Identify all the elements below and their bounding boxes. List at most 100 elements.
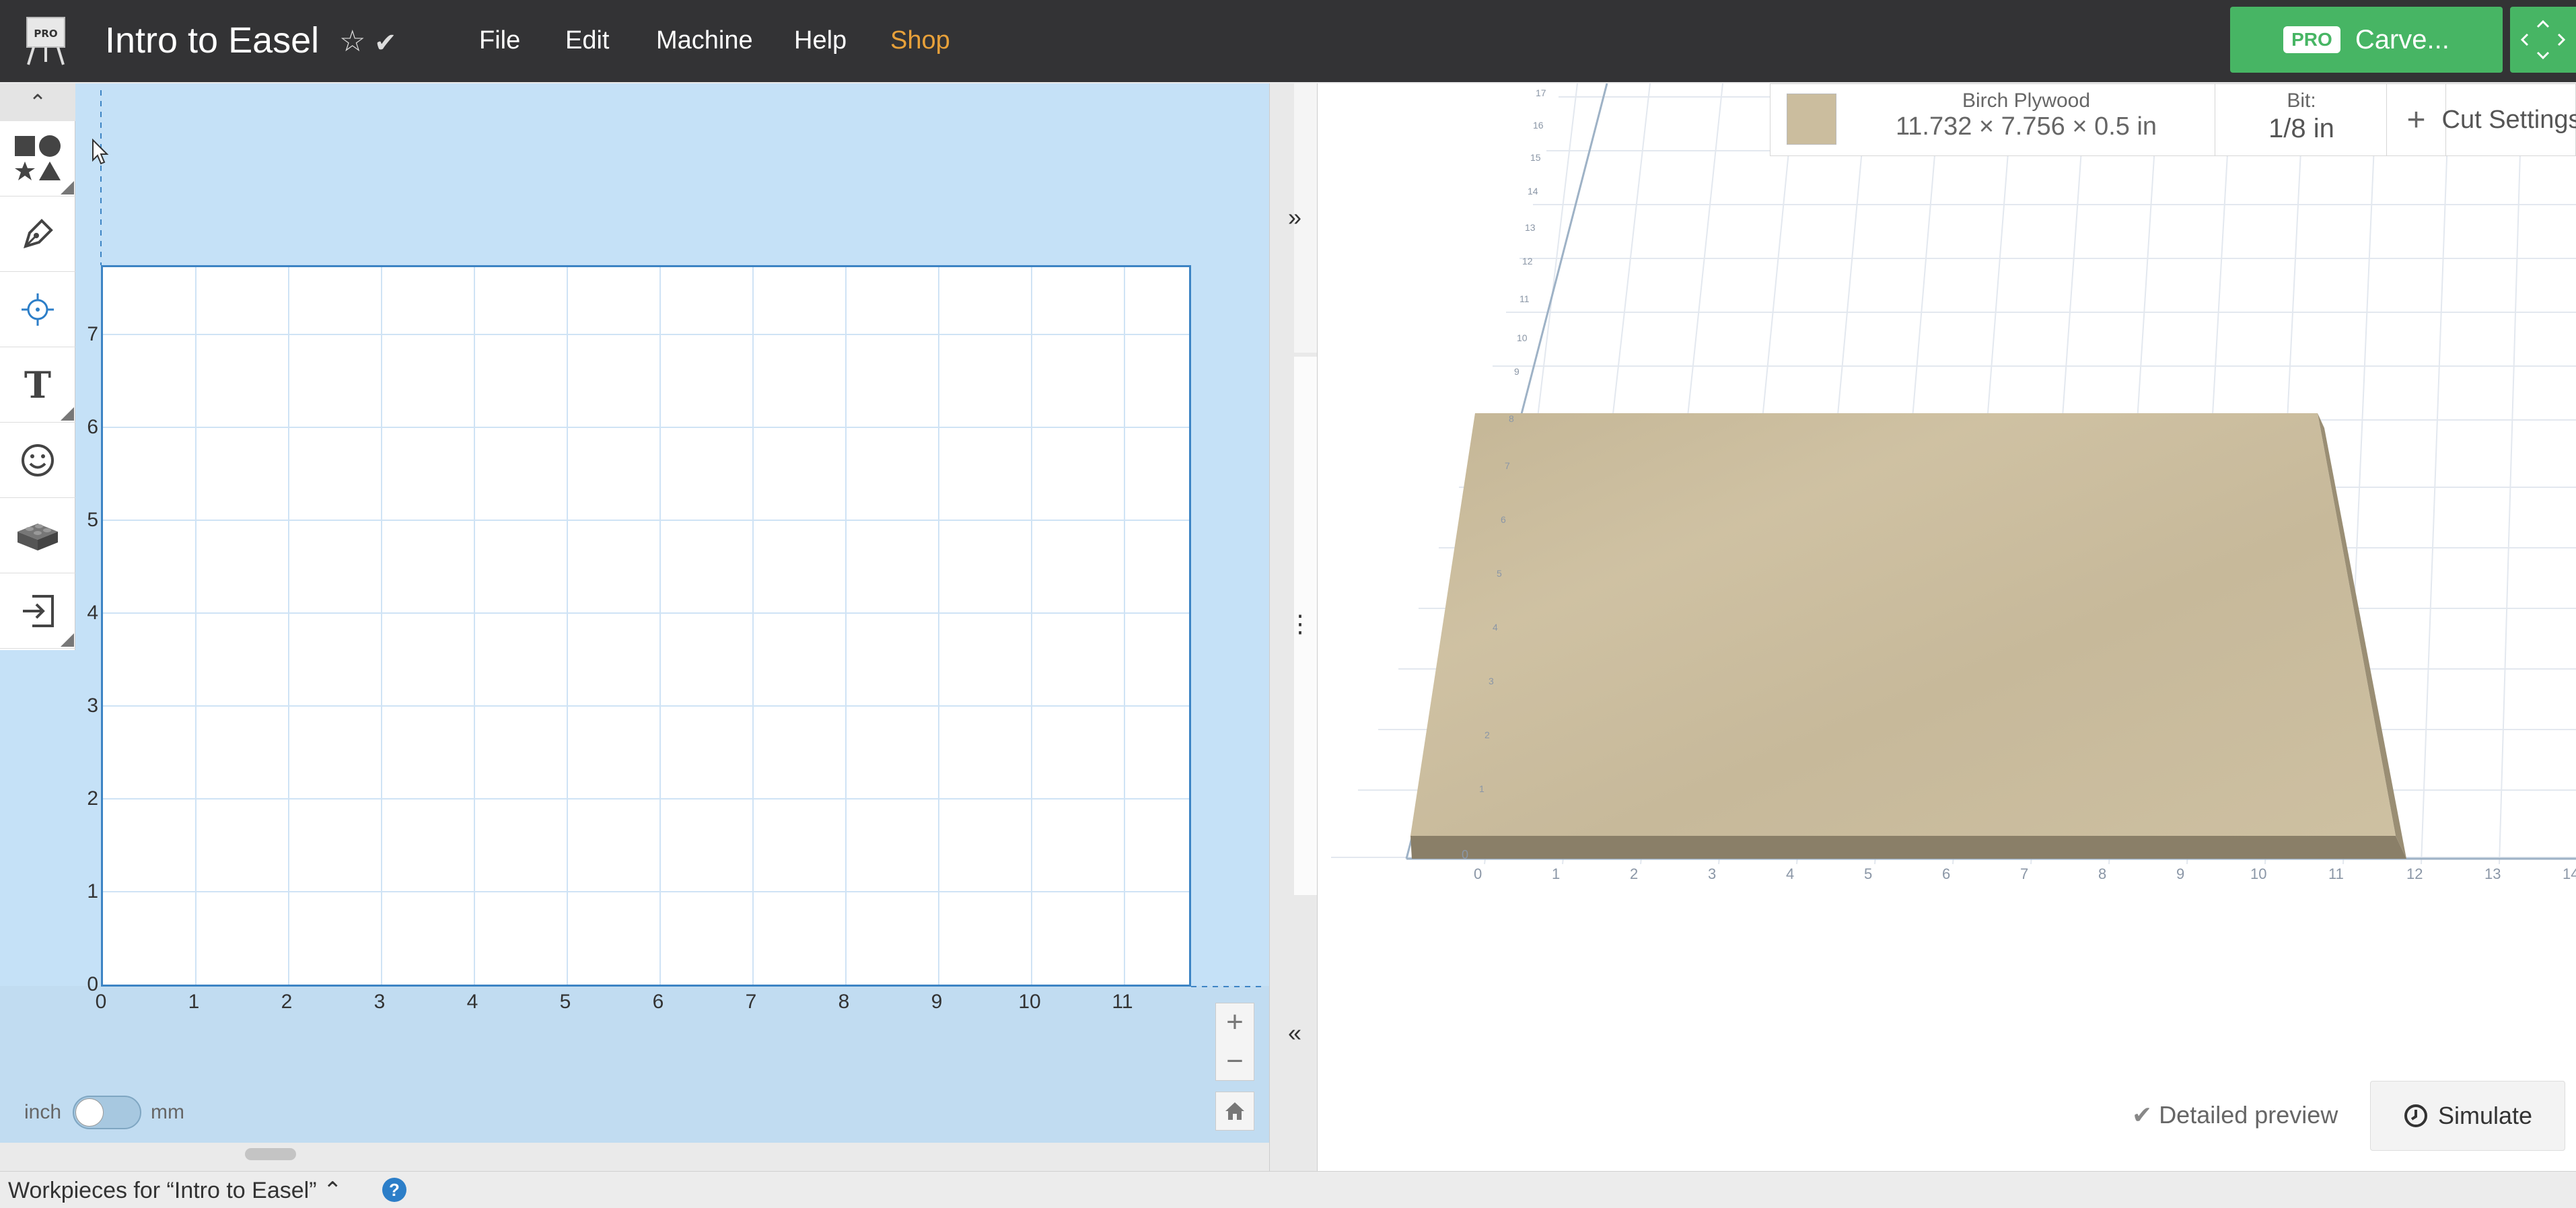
3d-preview[interactable]: 0 1 2 3 4 5 6 7 8 9 10 11 12 13 14 0 1 2…: [1318, 83, 2576, 1171]
preview-y-tick-15: 15: [1530, 152, 1541, 163]
preview-y-tick-3: 3: [1489, 676, 1494, 686]
x-tick-7: 7: [745, 991, 757, 1013]
project-title[interactable]: Intro to Easel: [105, 15, 319, 66]
x-tick-8: 8: [838, 991, 850, 1013]
zoom-out-button[interactable]: −: [1216, 1042, 1254, 1080]
unit-inch-label: inch: [24, 1101, 62, 1123]
crosshair-icon: [22, 293, 54, 326]
preview-y-tick-6: 6: [1501, 514, 1506, 525]
submenu-indicator: [61, 181, 74, 194]
text-icon: T: [24, 363, 52, 406]
help-icon[interactable]: ?: [382, 1178, 406, 1202]
preview-y-tick-7: 7: [1505, 460, 1510, 471]
horizontal-scrollbar[interactable]: [245, 1148, 296, 1160]
detailed-preview-label: Detailed preview: [2159, 1101, 2338, 1129]
cut-settings-button[interactable]: Cut Settings: [2442, 84, 2576, 155]
preview-scene: [1331, 83, 2576, 865]
bit-value: 1/8 in: [2268, 114, 2334, 143]
add-bit-button[interactable]: +: [2387, 84, 2446, 155]
collapse-toolbar-button[interactable]: ⌃: [0, 83, 75, 121]
menu-help[interactable]: Help: [794, 20, 847, 61]
mouse-cursor-icon: [92, 139, 109, 165]
unit-toggle[interactable]: [73, 1096, 141, 1129]
y-tick-5: 5: [87, 509, 98, 531]
x-tick-4: 4: [466, 991, 478, 1013]
preview-y-tick-4: 4: [1493, 622, 1498, 633]
import-icon: [23, 594, 54, 627]
material-workpiece[interactable]: [101, 265, 1191, 987]
text-tool[interactable]: T: [0, 347, 75, 423]
carve-label: Carve...: [2355, 24, 2449, 55]
detailed-preview-toggle[interactable]: ✔ Detailed preview: [2132, 1101, 2338, 1129]
bit-label: Bit:: [2287, 90, 2316, 112]
preview-x-tick-4: 4: [1786, 865, 1795, 882]
home-view-button[interactable]: [1215, 1092, 1254, 1131]
y-tick-6: 6: [87, 416, 98, 438]
submenu-indicator: [61, 407, 74, 421]
preview-x-tick-1: 1: [1552, 865, 1561, 882]
menu-file[interactable]: File: [479, 20, 520, 61]
x-tick-3: 3: [373, 991, 386, 1013]
zoom-in-button[interactable]: +: [1216, 1003, 1254, 1041]
lego-icon: [17, 523, 58, 550]
bit-selector[interactable]: Bit: 1/8 in: [2215, 84, 2387, 155]
preview-y-tick-5: 5: [1497, 568, 1502, 579]
x-tick-10: 10: [1018, 991, 1041, 1013]
easel-logo-icon[interactable]: PRO: [23, 15, 69, 66]
shapes-tool[interactable]: [0, 121, 75, 197]
material-dimensions[interactable]: 11.732 × 7.756 × 0.5 in: [1845, 112, 2208, 141]
y-tick-7: 7: [87, 323, 98, 345]
expand-design-icon[interactable]: «: [1288, 1019, 1301, 1047]
expand-preview-icon[interactable]: »: [1288, 203, 1301, 232]
machine-jog-button[interactable]: [2510, 7, 2576, 73]
preview-x-tick-8: 8: [2098, 865, 2107, 882]
carve-button[interactable]: PRO Carve...: [2230, 7, 2503, 73]
arrows-icon: [2520, 20, 2566, 60]
preview-x-tick-0: 0: [1474, 865, 1482, 882]
preview-y-tick-9: 9: [1514, 366, 1519, 377]
workpieces-toggle[interactable]: Workpieces for “Intro to Easel” ⌃: [8, 1177, 342, 1204]
preview-y-tick-1: 1: [1479, 783, 1484, 794]
point-tool[interactable]: [0, 272, 75, 347]
workpieces-bar: Workpieces for “Intro to Easel” ⌃ ?: [0, 1171, 2576, 1208]
check-icon: ✔: [2132, 1101, 2153, 1129]
pen-tool[interactable]: [0, 197, 75, 272]
import-tool[interactable]: [0, 573, 75, 649]
x-tick-1: 1: [188, 991, 200, 1013]
saved-check-icon: ✔: [374, 28, 397, 58]
x-tick-6: 6: [652, 991, 664, 1013]
preview-x-tick-2: 2: [1630, 865, 1639, 882]
y-tick-1: 1: [87, 880, 98, 902]
preview-y-tick-8: 8: [1509, 413, 1514, 424]
tool-palette: ⌃ T: [0, 83, 75, 650]
simulate-button[interactable]: Simulate: [2370, 1081, 2565, 1151]
preview-x-tick-14: 14: [2563, 865, 2576, 882]
smiley-icon: [22, 443, 54, 476]
preview-y-tick-13: 13: [1525, 222, 1536, 233]
wood-block-front-icon: [1410, 836, 2406, 859]
icons-tool[interactable]: [0, 423, 75, 498]
preview-y-tick-11: 11: [1519, 293, 1530, 304]
star-icon[interactable]: ☆: [339, 23, 365, 61]
apps-tool[interactable]: [0, 498, 75, 573]
preview-y-tick-16: 16: [1533, 120, 1544, 131]
grid-lines: [103, 267, 1189, 985]
preview-x-tick-13: 13: [2484, 865, 2501, 882]
x-tick-0: 0: [95, 991, 107, 1013]
material-name[interactable]: Birch Plywood: [1865, 90, 2188, 112]
unit-mm-label: mm: [151, 1101, 184, 1123]
clock-icon: [2404, 1104, 2427, 1127]
simulate-label: Simulate: [2437, 1102, 2533, 1129]
preview-x-tick-9: 9: [2176, 865, 2185, 882]
preview-y-tick-17: 17: [1536, 87, 1546, 98]
unit-toggle-knob: [75, 1098, 104, 1127]
resize-handle-icon[interactable]: ⋮: [1288, 610, 1312, 638]
menu-shop[interactable]: Shop: [890, 20, 950, 61]
preview-x-tick-11: 11: [2328, 865, 2344, 882]
shapes-icon: [15, 135, 61, 180]
app-header: PRO Intro to Easel ☆ ✔ File Edit Machine…: [0, 0, 2576, 82]
menu-machine[interactable]: Machine: [656, 20, 753, 61]
material-swatch[interactable]: [1787, 94, 1836, 145]
pro-badge: PRO: [2283, 26, 2340, 53]
menu-edit[interactable]: Edit: [565, 20, 609, 61]
